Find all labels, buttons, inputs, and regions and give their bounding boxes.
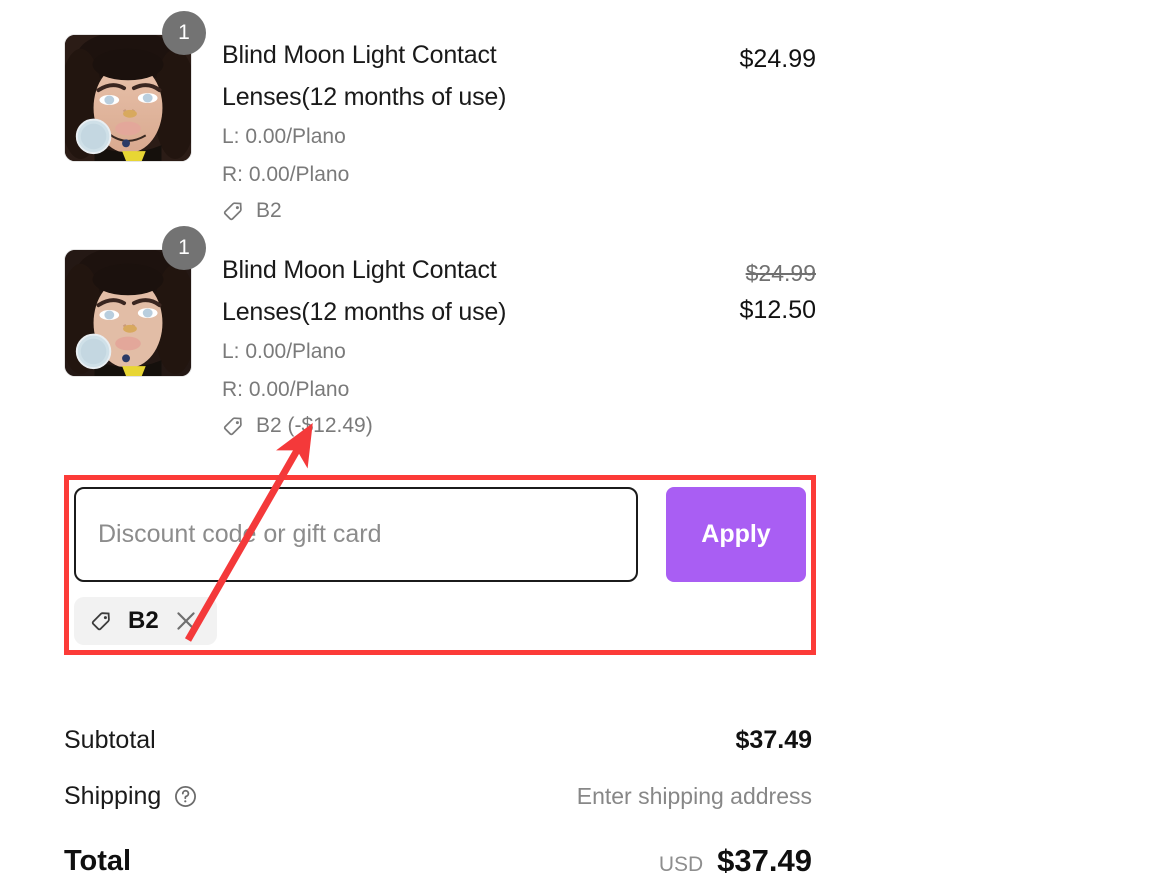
product-price-block: $24.99 — [666, 22, 816, 78]
help-circle-icon[interactable] — [173, 784, 198, 809]
checkout-order-summary: 1 Blind Moon Light Contact Lenses(12 mon… — [0, 0, 1160, 873]
product-title: Blind Moon Light Contact Lenses(12 month… — [222, 256, 507, 326]
product-price-block: $24.99 $12.50 — [666, 237, 816, 329]
cart-line-item: 1 Blind Moon Light Contact Lenses(12 mon… — [64, 11, 816, 237]
subtotal-label: Subtotal — [64, 725, 156, 754]
variant-left-power: L: 0.00/Plano — [222, 340, 346, 363]
applied-discount-chip[interactable]: B2 — [74, 597, 217, 645]
variant-left-power: L: 0.00/Plano — [222, 125, 346, 148]
order-summary: Subtotal $37.49 Shipping Enter shipping … — [64, 712, 812, 873]
applied-discount-label: B2 — [128, 607, 159, 634]
tag-icon — [222, 414, 246, 438]
product-price: $24.99 — [739, 45, 816, 73]
total-currency: USD — [658, 853, 704, 873]
summary-row-total: Total USD $37.49 — [64, 830, 812, 873]
total-value-group: USD $37.49 — [659, 843, 812, 873]
item-discount-label: B2 — [256, 199, 282, 222]
discount-code-input[interactable] — [74, 487, 638, 582]
item-discount-label: B2 (-$12.49) — [256, 414, 373, 437]
product-price: $12.50 — [739, 296, 816, 324]
product-details: Blind Moon Light Contact Lenses(12 month… — [192, 237, 666, 441]
quantity-badge: 1 — [162, 11, 206, 55]
product-image — [64, 249, 192, 377]
product-compare-price: $24.99 — [745, 260, 816, 286]
tag-icon — [222, 199, 246, 223]
variant-right-power: R: 0.00/Plano — [222, 163, 350, 186]
tag-icon — [90, 609, 114, 633]
summary-row-shipping: Shipping Enter shipping address — [64, 768, 812, 824]
item-discount-row: B2 — [222, 196, 666, 226]
variant-right-power: R: 0.00/Plano — [222, 378, 350, 401]
cart-item-list: 1 Blind Moon Light Contact Lenses(12 mon… — [64, 11, 816, 457]
product-title: Blind Moon Light Contact Lenses(12 month… — [222, 41, 507, 111]
product-details: Blind Moon Light Contact Lenses(12 month… — [192, 22, 666, 226]
total-label: Total — [64, 844, 132, 873]
summary-row-subtotal: Subtotal $37.49 — [64, 712, 812, 768]
subtotal-value: $37.49 — [735, 725, 812, 754]
shipping-label-group: Shipping — [64, 782, 198, 811]
product-thumbnail-wrap: 1 — [64, 11, 206, 162]
product-thumbnail-wrap: 1 — [64, 226, 206, 377]
product-image — [64, 34, 192, 162]
shipping-label: Shipping — [64, 781, 162, 810]
quantity-badge: 1 — [162, 226, 206, 270]
cart-line-item: 1 Blind Moon Light Contact Lenses(12 mon… — [64, 226, 816, 457]
discount-input-row: Apply — [64, 477, 816, 582]
item-discount-row: B2 (-$12.49) — [222, 411, 666, 441]
apply-discount-button[interactable]: Apply — [666, 487, 806, 582]
applied-discount-row: B2 — [64, 582, 816, 645]
shipping-value: Enter shipping address — [576, 782, 812, 809]
discount-section: Apply B2 — [64, 477, 816, 645]
total-amount: $37.49 — [717, 843, 812, 873]
close-icon[interactable] — [173, 608, 199, 634]
